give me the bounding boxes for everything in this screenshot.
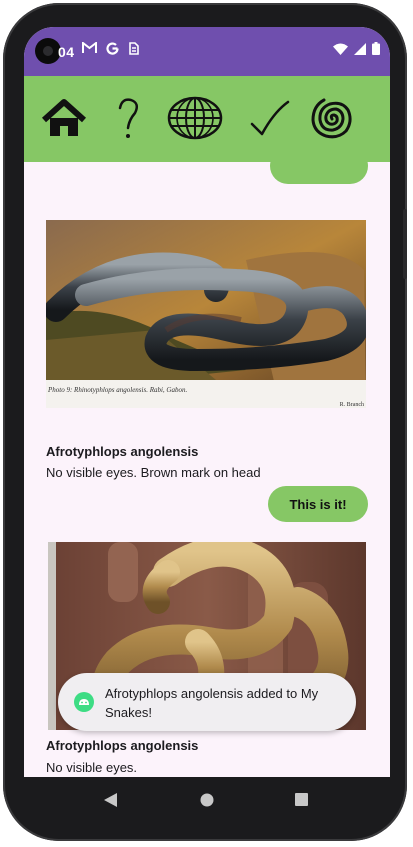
- my-snakes-button[interactable]: [246, 94, 294, 142]
- snake-name-1: Afrotyphlops angolensis: [46, 444, 199, 459]
- app-screen: 04 Photo 9: Rhinotyphlops angolensis. Ra…: [24, 27, 390, 777]
- status-notification-icons: [82, 42, 139, 55]
- toast-notification: Afrotyphlops angolensis added to My Snak…: [58, 673, 356, 731]
- snake-description-2: No visible eyes.: [46, 760, 138, 775]
- snake-description-1: No visible eyes. Brown mark on head: [46, 465, 261, 480]
- power-button: [403, 209, 407, 279]
- status-system-icons: [333, 42, 380, 55]
- identify-button[interactable]: [308, 94, 356, 142]
- battery-icon: [372, 42, 380, 55]
- sim-icon: [129, 42, 139, 55]
- home-circle-icon[interactable]: [200, 793, 214, 807]
- photo-credit: R. Branch: [340, 402, 364, 408]
- this-is-it-button[interactable]: This is it!: [268, 486, 368, 522]
- map-button[interactable]: [165, 94, 225, 142]
- system-nav-bar: [24, 777, 390, 822]
- help-button[interactable]: [104, 94, 152, 142]
- signal-icon: [354, 42, 366, 55]
- spiral-icon: [311, 98, 352, 139]
- status-bar: 04: [24, 27, 390, 76]
- snake-photo-1: Photo 9: Rhinotyphlops angolensis. Rabi,…: [46, 220, 366, 408]
- recents-icon[interactable]: [295, 793, 308, 806]
- check-icon: [250, 100, 290, 136]
- wifi-icon: [333, 43, 348, 55]
- photo-caption: Photo 9: Rhinotyphlops angolensis. Rabi,…: [47, 386, 187, 394]
- home-button[interactable]: [40, 94, 88, 142]
- google-icon: [106, 42, 119, 55]
- android-icon: [74, 692, 94, 712]
- previous-card-button[interactable]: [270, 162, 368, 184]
- gmail-icon: [82, 42, 97, 53]
- globe-icon: [167, 96, 223, 140]
- snake-name-2: Afrotyphlops angolensis: [46, 738, 199, 753]
- home-icon: [41, 99, 87, 136]
- app-nav-bar: [24, 76, 390, 162]
- toast-message: Afrotyphlops angolensis added to My Snak…: [105, 686, 319, 720]
- status-time: 04: [58, 44, 75, 60]
- question-icon: [118, 98, 139, 138]
- back-icon[interactable]: [104, 793, 118, 807]
